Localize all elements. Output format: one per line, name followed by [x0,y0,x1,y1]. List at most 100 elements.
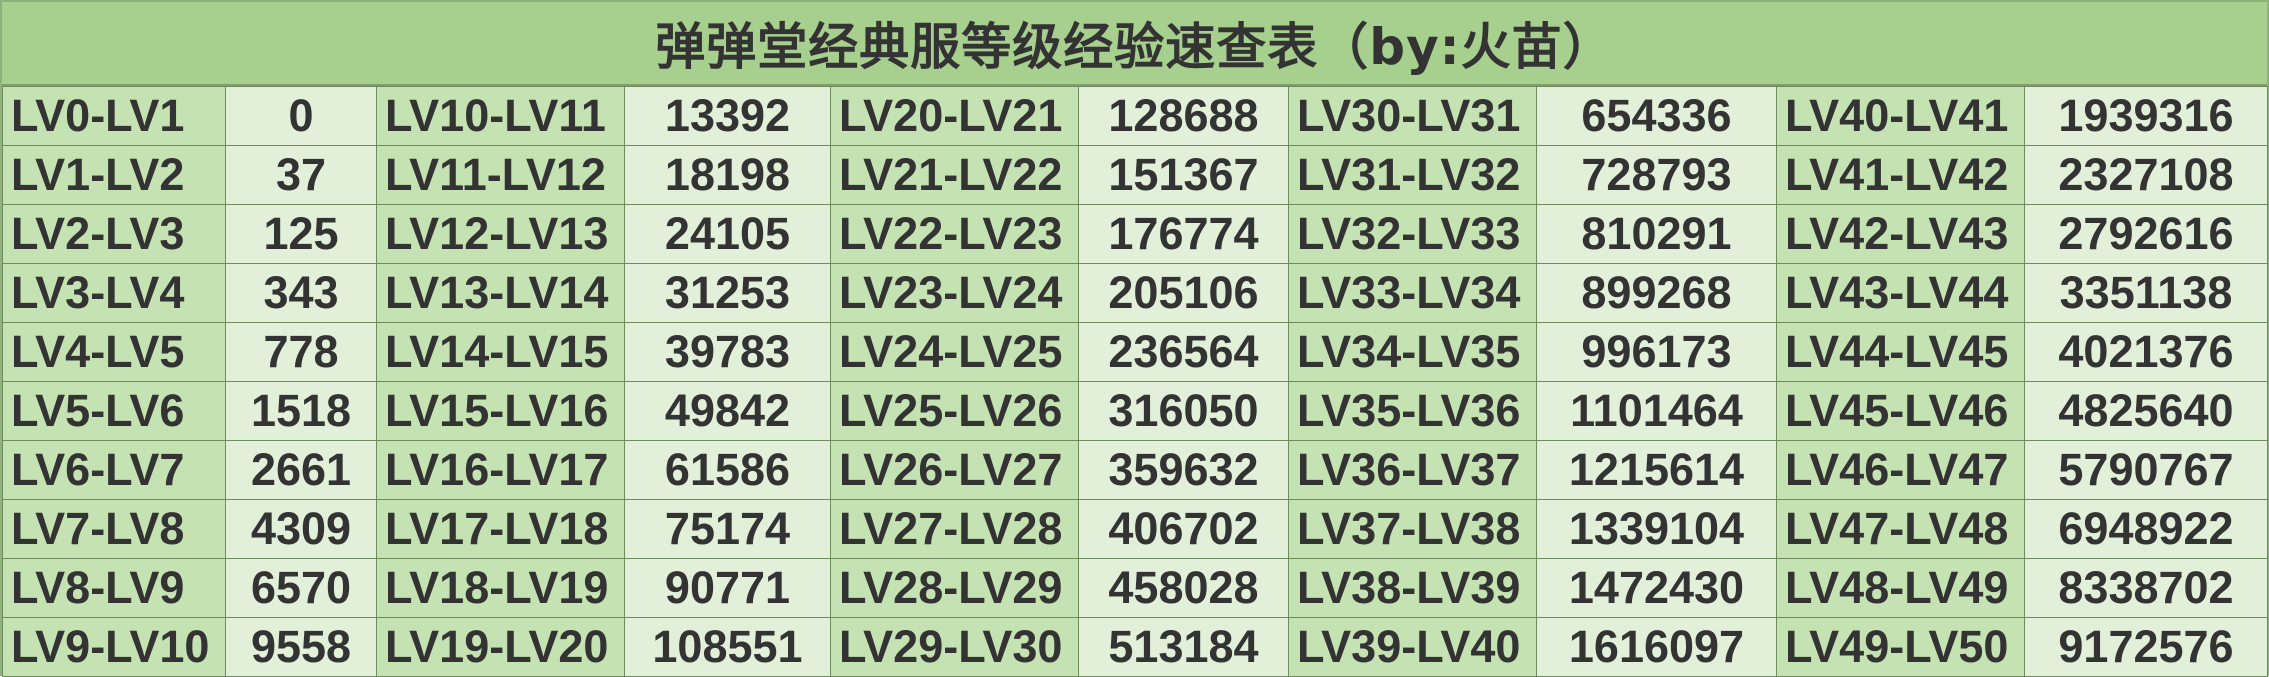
table-row: LV8-LV9 6570 LV18-LV19 90771 LV28-LV29 458028… [2,558,2268,618]
table-row: LV6-LV7 2661 LV16-LV17 61586 LV26-LV27 359632… [2,440,2268,500]
exp-value-cell: 1472430 [1536,558,1777,618]
exp-value-cell: 513184 [1078,617,1289,677]
level-range-cell: LV48-LV49 [1776,558,2025,618]
exp-table-sheet: 弹弹堂经典服等级经验速查表（by:火苗） LV0-LV1 0 LV10-LV11 13… [0,0,2269,677]
exp-value-cell: 778 [225,322,377,382]
table-row: LV2-LV3 125 LV12-LV13 24105 LV22-LV23 176774 L… [2,204,2268,264]
level-range-cell: LV23-LV24 [830,263,1079,323]
exp-value-cell: 2792616 [2024,204,2268,264]
exp-value-cell: 1215614 [1536,440,1777,500]
table-row: LV7-LV8 4309 LV17-LV18 75174 LV27-LV28 406702… [2,499,2268,559]
exp-value-cell: 176774 [1078,204,1289,264]
exp-value-cell: 24105 [624,204,831,264]
exp-value-cell: 2661 [225,440,377,500]
exp-value-cell: 49842 [624,381,831,441]
level-range-cell: LV19-LV20 [376,617,625,677]
exp-value-cell: 108551 [624,617,831,677]
level-range-cell: LV45-LV46 [1776,381,2025,441]
exp-value-cell: 2327108 [2024,145,2268,205]
level-range-cell: LV16-LV17 [376,440,625,500]
level-range-cell: LV44-LV45 [1776,322,2025,382]
exp-value-cell: 125 [225,204,377,264]
exp-value-cell: 458028 [1078,558,1289,618]
exp-value-cell: 75174 [624,499,831,559]
exp-value-cell: 1518 [225,381,377,441]
exp-value-cell: 6948922 [2024,499,2268,559]
level-range-cell: LV11-LV12 [376,145,625,205]
level-range-cell: LV42-LV43 [1776,204,2025,264]
level-range-cell: LV12-LV13 [376,204,625,264]
exp-value-cell: 5790767 [2024,440,2268,500]
table-row: LV4-LV5 778 LV14-LV15 39783 LV24-LV25 236564 L… [2,322,2268,382]
exp-value-cell: 316050 [1078,381,1289,441]
level-range-cell: LV40-LV41 [1776,86,2025,146]
level-range-cell: LV14-LV15 [376,322,625,382]
level-range-cell: LV38-LV39 [1288,558,1537,618]
exp-value-cell: 0 [225,86,377,146]
exp-value-cell: 9172576 [2024,617,2268,677]
exp-value-cell: 728793 [1536,145,1777,205]
level-range-cell: LV25-LV26 [830,381,1079,441]
exp-value-cell: 90771 [624,558,831,618]
level-range-cell: LV7-LV8 [2,499,226,559]
table-row: LV5-LV6 1518 LV15-LV16 49842 LV25-LV26 316050… [2,381,2268,441]
exp-value-cell: 6570 [225,558,377,618]
exp-value-cell: 4825640 [2024,381,2268,441]
table-row: LV1-LV2 37 LV11-LV12 18198 LV21-LV22 151367 LV… [2,145,2268,205]
exp-value-cell: 151367 [1078,145,1289,205]
exp-value-cell: 1939316 [2024,86,2268,146]
exp-value-cell: 4309 [225,499,377,559]
exp-value-cell: 31253 [624,263,831,323]
level-range-cell: LV5-LV6 [2,381,226,441]
level-range-cell: LV37-LV38 [1288,499,1537,559]
level-range-cell: LV21-LV22 [830,145,1079,205]
exp-value-cell: 3351138 [2024,263,2268,323]
exp-value-cell: 8338702 [2024,558,2268,618]
level-range-cell: LV35-LV36 [1288,381,1537,441]
level-range-cell: LV10-LV11 [376,86,625,146]
exp-value-cell: 810291 [1536,204,1777,264]
exp-value-cell: 1339104 [1536,499,1777,559]
table-row: LV3-LV4 343 LV13-LV14 31253 LV23-LV24 205106 L… [2,263,2268,323]
level-range-cell: LV0-LV1 [2,86,226,146]
level-exp-grid: LV0-LV1 0 LV10-LV11 13392 LV20-LV21 128688 LV3… [2,86,2268,677]
exp-value-cell: 39783 [624,322,831,382]
level-range-cell: LV47-LV48 [1776,499,2025,559]
level-range-cell: LV43-LV44 [1776,263,2025,323]
table-row: LV9-LV10 9558 LV19-LV20 108551 LV29-LV30 5131… [2,617,2268,677]
exp-value-cell: 13392 [624,86,831,146]
level-range-cell: LV26-LV27 [830,440,1079,500]
level-range-cell: LV27-LV28 [830,499,1079,559]
level-range-cell: LV34-LV35 [1288,322,1537,382]
level-range-cell: LV6-LV7 [2,440,226,500]
exp-value-cell: 406702 [1078,499,1289,559]
exp-value-cell: 61586 [624,440,831,500]
level-range-cell: LV13-LV14 [376,263,625,323]
level-range-cell: LV9-LV10 [2,617,226,677]
level-range-cell: LV3-LV4 [2,263,226,323]
exp-value-cell: 37 [225,145,377,205]
exp-value-cell: 4021376 [2024,322,2268,382]
level-range-cell: LV46-LV47 [1776,440,2025,500]
exp-value-cell: 1616097 [1536,617,1777,677]
level-range-cell: LV4-LV5 [2,322,226,382]
exp-value-cell: 343 [225,263,377,323]
exp-value-cell: 128688 [1078,86,1289,146]
exp-value-cell: 205106 [1078,263,1289,323]
table-row: LV0-LV1 0 LV10-LV11 13392 LV20-LV21 128688 LV3… [2,86,2268,146]
level-range-cell: LV17-LV18 [376,499,625,559]
level-range-cell: LV39-LV40 [1288,617,1537,677]
level-range-cell: LV20-LV21 [830,86,1079,146]
level-range-cell: LV18-LV19 [376,558,625,618]
level-range-cell: LV24-LV25 [830,322,1079,382]
exp-value-cell: 236564 [1078,322,1289,382]
exp-value-cell: 359632 [1078,440,1289,500]
exp-value-cell: 1101464 [1536,381,1777,441]
level-range-cell: LV29-LV30 [830,617,1079,677]
level-range-cell: LV1-LV2 [2,145,226,205]
level-range-cell: LV32-LV33 [1288,204,1537,264]
table-title: 弹弹堂经典服等级经验速查表（by:火苗） [2,2,2267,86]
exp-value-cell: 996173 [1536,322,1777,382]
exp-value-cell: 9558 [225,617,377,677]
level-range-cell: LV2-LV3 [2,204,226,264]
